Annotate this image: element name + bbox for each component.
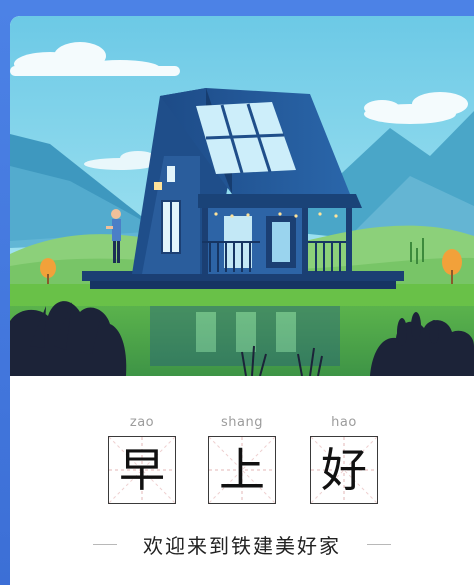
greeting-message: 欢迎来到铁建美好家 bbox=[143, 533, 341, 558]
divider-right bbox=[367, 543, 391, 545]
pinyin-label: shang bbox=[221, 415, 263, 430]
pinyin-label: zao bbox=[129, 415, 155, 430]
character-block-1: zao 早 bbox=[106, 414, 178, 504]
greeting-panel: zao 早 shang 上 hao 好 欢迎来到铁建美好家 bbox=[10, 376, 474, 585]
house-landscape-illustration bbox=[10, 16, 474, 376]
tian-grid-box: 好 bbox=[310, 436, 378, 504]
hanzi-character: 上 bbox=[219, 443, 265, 497]
app-frame: zao 早 shang 上 hao 好 欢迎来到铁建美好家 bbox=[0, 0, 474, 585]
tian-grid-box: 早 bbox=[108, 436, 176, 504]
hanzi-character: 早 bbox=[119, 443, 165, 497]
character-block-3: hao 好 bbox=[308, 414, 380, 504]
divider-left bbox=[93, 543, 117, 545]
tian-grid-box: 上 bbox=[208, 436, 276, 504]
greeting-row: 欢迎来到铁建美好家 bbox=[10, 524, 474, 564]
hanzi-character: 好 bbox=[321, 443, 367, 497]
pinyin-label: hao bbox=[331, 415, 357, 430]
greeting-card: zao 早 shang 上 hao 好 欢迎来到铁建美好家 bbox=[10, 16, 474, 585]
character-block-2: shang 上 bbox=[206, 414, 278, 504]
